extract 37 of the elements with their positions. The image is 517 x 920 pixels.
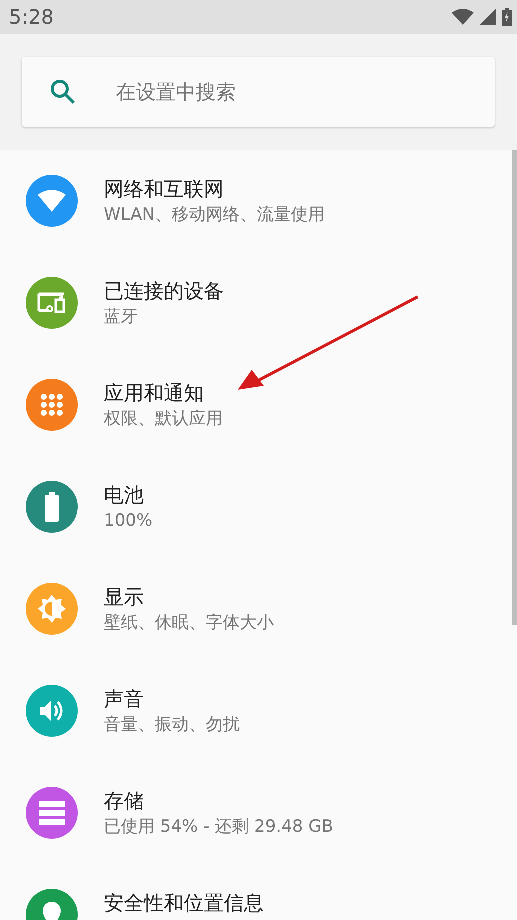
item-subtitle: 已使用 54% - 还剩 29.48 GB: [104, 816, 334, 839]
item-title: 显示: [104, 584, 145, 611]
search-input[interactable]: 在设置中搜索: [116, 77, 495, 107]
settings-item[interactable]: 已连接的设备 蓝牙: [0, 252, 512, 354]
grid-icon: [40, 393, 64, 417]
item-title: 应用和通知: [104, 380, 205, 407]
status-time: 5:28: [9, 4, 54, 31]
item-title: 存储: [104, 788, 145, 815]
item-subtitle: 权限、默认应用: [104, 408, 223, 431]
wifi-icon: [452, 9, 474, 25]
item-subtitle: 音量、振动、勿扰: [104, 714, 240, 737]
speaker-icon: [38, 699, 66, 723]
settings-item[interactable]: 存储 已使用 54% - 还剩 29.48 GB: [0, 762, 512, 864]
storage-icon: [38, 800, 66, 826]
search-field[interactable]: 在设置中搜索: [22, 57, 495, 127]
settings-item[interactable]: 网络和互联网 WLAN、移动网络、流量使用: [0, 150, 512, 252]
settings-item[interactable]: 应用和通知 权限、默认应用: [0, 354, 512, 456]
item-subtitle: 100%: [104, 510, 153, 533]
item-title: 声音: [104, 686, 145, 713]
settings-item[interactable]: 电池 100%: [0, 456, 512, 558]
item-title: 已连接的设备: [104, 278, 224, 305]
item-subtitle: WLAN、移动网络、流量使用: [104, 204, 326, 227]
item-subtitle: 蓝牙: [104, 306, 139, 329]
item-title: 电池: [104, 482, 145, 509]
signal-icon: [480, 9, 496, 25]
wifi-icon: [37, 189, 67, 213]
item-title: 网络和互联网: [104, 176, 225, 203]
battery-icon: [44, 492, 60, 522]
item-title: 安全性和位置信息: [104, 890, 264, 917]
search-icon: [50, 79, 76, 105]
brightness-icon: [36, 593, 68, 625]
settings-item[interactable]: 安全性和位置信息: [0, 864, 512, 920]
settings-item[interactable]: 显示 壁纸、休眠、字体大小: [0, 558, 512, 660]
item-subtitle: 壁纸、休眠、字体大小: [104, 612, 274, 635]
settings-item[interactable]: 声音 音量、振动、勿扰: [0, 660, 512, 762]
devices-icon: [36, 291, 68, 315]
battery-charging-icon: [502, 8, 512, 26]
